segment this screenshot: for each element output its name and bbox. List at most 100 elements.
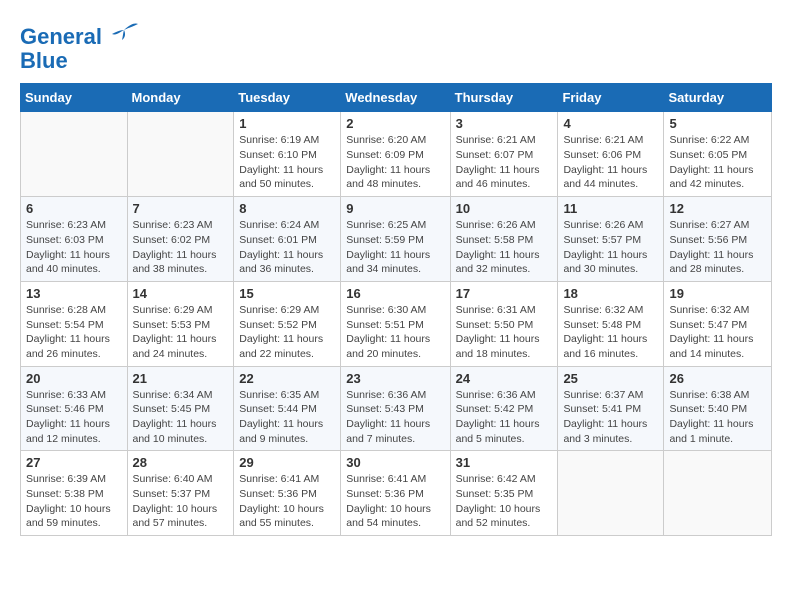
calendar-cell: [21, 112, 128, 197]
calendar-cell: 22 Sunrise: 6:35 AMSunset: 5:44 PMDaylig…: [234, 366, 341, 451]
logo-general: General: [20, 24, 102, 49]
day-number: 7: [133, 201, 229, 216]
day-info: Sunrise: 6:40 AMSunset: 5:37 PMDaylight:…: [133, 472, 229, 531]
header-monday: Monday: [127, 84, 234, 112]
calendar-cell: 17 Sunrise: 6:31 AMSunset: 5:50 PMDaylig…: [450, 281, 558, 366]
calendar-cell: 29 Sunrise: 6:41 AMSunset: 5:36 PMDaylig…: [234, 451, 341, 536]
calendar-cell: 7 Sunrise: 6:23 AMSunset: 6:02 PMDayligh…: [127, 197, 234, 282]
day-info: Sunrise: 6:42 AMSunset: 5:35 PMDaylight:…: [456, 472, 553, 531]
calendar-cell: 18 Sunrise: 6:32 AMSunset: 5:48 PMDaylig…: [558, 281, 664, 366]
day-number: 28: [133, 455, 229, 470]
day-number: 27: [26, 455, 122, 470]
day-number: 2: [346, 116, 444, 131]
header-sunday: Sunday: [21, 84, 128, 112]
calendar-week-2: 6 Sunrise: 6:23 AMSunset: 6:03 PMDayligh…: [21, 197, 772, 282]
logo-bird-icon: [110, 20, 140, 44]
calendar-cell: 23 Sunrise: 6:36 AMSunset: 5:43 PMDaylig…: [341, 366, 450, 451]
calendar-cell: 27 Sunrise: 6:39 AMSunset: 5:38 PMDaylig…: [21, 451, 128, 536]
day-info: Sunrise: 6:31 AMSunset: 5:50 PMDaylight:…: [456, 303, 553, 362]
day-info: Sunrise: 6:27 AMSunset: 5:56 PMDaylight:…: [669, 218, 766, 277]
day-info: Sunrise: 6:33 AMSunset: 5:46 PMDaylight:…: [26, 388, 122, 447]
header-wednesday: Wednesday: [341, 84, 450, 112]
day-info: Sunrise: 6:24 AMSunset: 6:01 PMDaylight:…: [239, 218, 335, 277]
header-tuesday: Tuesday: [234, 84, 341, 112]
day-number: 18: [563, 286, 658, 301]
calendar-cell: [558, 451, 664, 536]
day-info: Sunrise: 6:41 AMSunset: 5:36 PMDaylight:…: [239, 472, 335, 531]
day-number: 13: [26, 286, 122, 301]
calendar-cell: [664, 451, 772, 536]
calendar-cell: 1 Sunrise: 6:19 AMSunset: 6:10 PMDayligh…: [234, 112, 341, 197]
calendar-week-4: 20 Sunrise: 6:33 AMSunset: 5:46 PMDaylig…: [21, 366, 772, 451]
day-info: Sunrise: 6:28 AMSunset: 5:54 PMDaylight:…: [26, 303, 122, 362]
day-info: Sunrise: 6:21 AMSunset: 6:06 PMDaylight:…: [563, 133, 658, 192]
day-info: Sunrise: 6:35 AMSunset: 5:44 PMDaylight:…: [239, 388, 335, 447]
day-info: Sunrise: 6:39 AMSunset: 5:38 PMDaylight:…: [26, 472, 122, 531]
calendar-cell: 5 Sunrise: 6:22 AMSunset: 6:05 PMDayligh…: [664, 112, 772, 197]
day-number: 15: [239, 286, 335, 301]
header-friday: Friday: [558, 84, 664, 112]
day-info: Sunrise: 6:21 AMSunset: 6:07 PMDaylight:…: [456, 133, 553, 192]
calendar-cell: 26 Sunrise: 6:38 AMSunset: 5:40 PMDaylig…: [664, 366, 772, 451]
calendar-cell: 31 Sunrise: 6:42 AMSunset: 5:35 PMDaylig…: [450, 451, 558, 536]
day-number: 25: [563, 371, 658, 386]
day-number: 26: [669, 371, 766, 386]
day-info: Sunrise: 6:22 AMSunset: 6:05 PMDaylight:…: [669, 133, 766, 192]
header-thursday: Thursday: [450, 84, 558, 112]
day-number: 29: [239, 455, 335, 470]
day-number: 16: [346, 286, 444, 301]
day-number: 19: [669, 286, 766, 301]
day-number: 31: [456, 455, 553, 470]
calendar-cell: 25 Sunrise: 6:37 AMSunset: 5:41 PMDaylig…: [558, 366, 664, 451]
day-info: Sunrise: 6:29 AMSunset: 5:53 PMDaylight:…: [133, 303, 229, 362]
calendar-week-5: 27 Sunrise: 6:39 AMSunset: 5:38 PMDaylig…: [21, 451, 772, 536]
day-number: 21: [133, 371, 229, 386]
calendar-cell: 30 Sunrise: 6:41 AMSunset: 5:36 PMDaylig…: [341, 451, 450, 536]
calendar-cell: 21 Sunrise: 6:34 AMSunset: 5:45 PMDaylig…: [127, 366, 234, 451]
calendar-cell: 24 Sunrise: 6:36 AMSunset: 5:42 PMDaylig…: [450, 366, 558, 451]
day-info: Sunrise: 6:41 AMSunset: 5:36 PMDaylight:…: [346, 472, 444, 531]
calendar-cell: 28 Sunrise: 6:40 AMSunset: 5:37 PMDaylig…: [127, 451, 234, 536]
day-number: 1: [239, 116, 335, 131]
calendar-week-3: 13 Sunrise: 6:28 AMSunset: 5:54 PMDaylig…: [21, 281, 772, 366]
day-info: Sunrise: 6:34 AMSunset: 5:45 PMDaylight:…: [133, 388, 229, 447]
calendar-cell: 4 Sunrise: 6:21 AMSunset: 6:06 PMDayligh…: [558, 112, 664, 197]
calendar-cell: 13 Sunrise: 6:28 AMSunset: 5:54 PMDaylig…: [21, 281, 128, 366]
calendar-cell: 20 Sunrise: 6:33 AMSunset: 5:46 PMDaylig…: [21, 366, 128, 451]
day-info: Sunrise: 6:26 AMSunset: 5:57 PMDaylight:…: [563, 218, 658, 277]
header-saturday: Saturday: [664, 84, 772, 112]
day-info: Sunrise: 6:32 AMSunset: 5:48 PMDaylight:…: [563, 303, 658, 362]
day-number: 17: [456, 286, 553, 301]
day-number: 20: [26, 371, 122, 386]
day-info: Sunrise: 6:37 AMSunset: 5:41 PMDaylight:…: [563, 388, 658, 447]
day-number: 24: [456, 371, 553, 386]
day-info: Sunrise: 6:19 AMSunset: 6:10 PMDaylight:…: [239, 133, 335, 192]
logo: General Blue: [20, 20, 140, 73]
calendar-cell: [127, 112, 234, 197]
page-header: General Blue: [20, 20, 772, 73]
day-number: 14: [133, 286, 229, 301]
calendar-cell: 8 Sunrise: 6:24 AMSunset: 6:01 PMDayligh…: [234, 197, 341, 282]
calendar-cell: 12 Sunrise: 6:27 AMSunset: 5:56 PMDaylig…: [664, 197, 772, 282]
day-info: Sunrise: 6:30 AMSunset: 5:51 PMDaylight:…: [346, 303, 444, 362]
day-number: 10: [456, 201, 553, 216]
day-info: Sunrise: 6:23 AMSunset: 6:02 PMDaylight:…: [133, 218, 229, 277]
day-info: Sunrise: 6:38 AMSunset: 5:40 PMDaylight:…: [669, 388, 766, 447]
calendar-cell: 10 Sunrise: 6:26 AMSunset: 5:58 PMDaylig…: [450, 197, 558, 282]
day-number: 23: [346, 371, 444, 386]
day-info: Sunrise: 6:36 AMSunset: 5:43 PMDaylight:…: [346, 388, 444, 447]
calendar-cell: 19 Sunrise: 6:32 AMSunset: 5:47 PMDaylig…: [664, 281, 772, 366]
day-info: Sunrise: 6:20 AMSunset: 6:09 PMDaylight:…: [346, 133, 444, 192]
day-number: 8: [239, 201, 335, 216]
day-info: Sunrise: 6:36 AMSunset: 5:42 PMDaylight:…: [456, 388, 553, 447]
calendar-week-1: 1 Sunrise: 6:19 AMSunset: 6:10 PMDayligh…: [21, 112, 772, 197]
calendar-cell: 6 Sunrise: 6:23 AMSunset: 6:03 PMDayligh…: [21, 197, 128, 282]
day-number: 3: [456, 116, 553, 131]
day-info: Sunrise: 6:23 AMSunset: 6:03 PMDaylight:…: [26, 218, 122, 277]
day-info: Sunrise: 6:32 AMSunset: 5:47 PMDaylight:…: [669, 303, 766, 362]
day-number: 12: [669, 201, 766, 216]
day-info: Sunrise: 6:26 AMSunset: 5:58 PMDaylight:…: [456, 218, 553, 277]
day-info: Sunrise: 6:25 AMSunset: 5:59 PMDaylight:…: [346, 218, 444, 277]
calendar-table: SundayMondayTuesdayWednesdayThursdayFrid…: [20, 83, 772, 536]
day-number: 9: [346, 201, 444, 216]
